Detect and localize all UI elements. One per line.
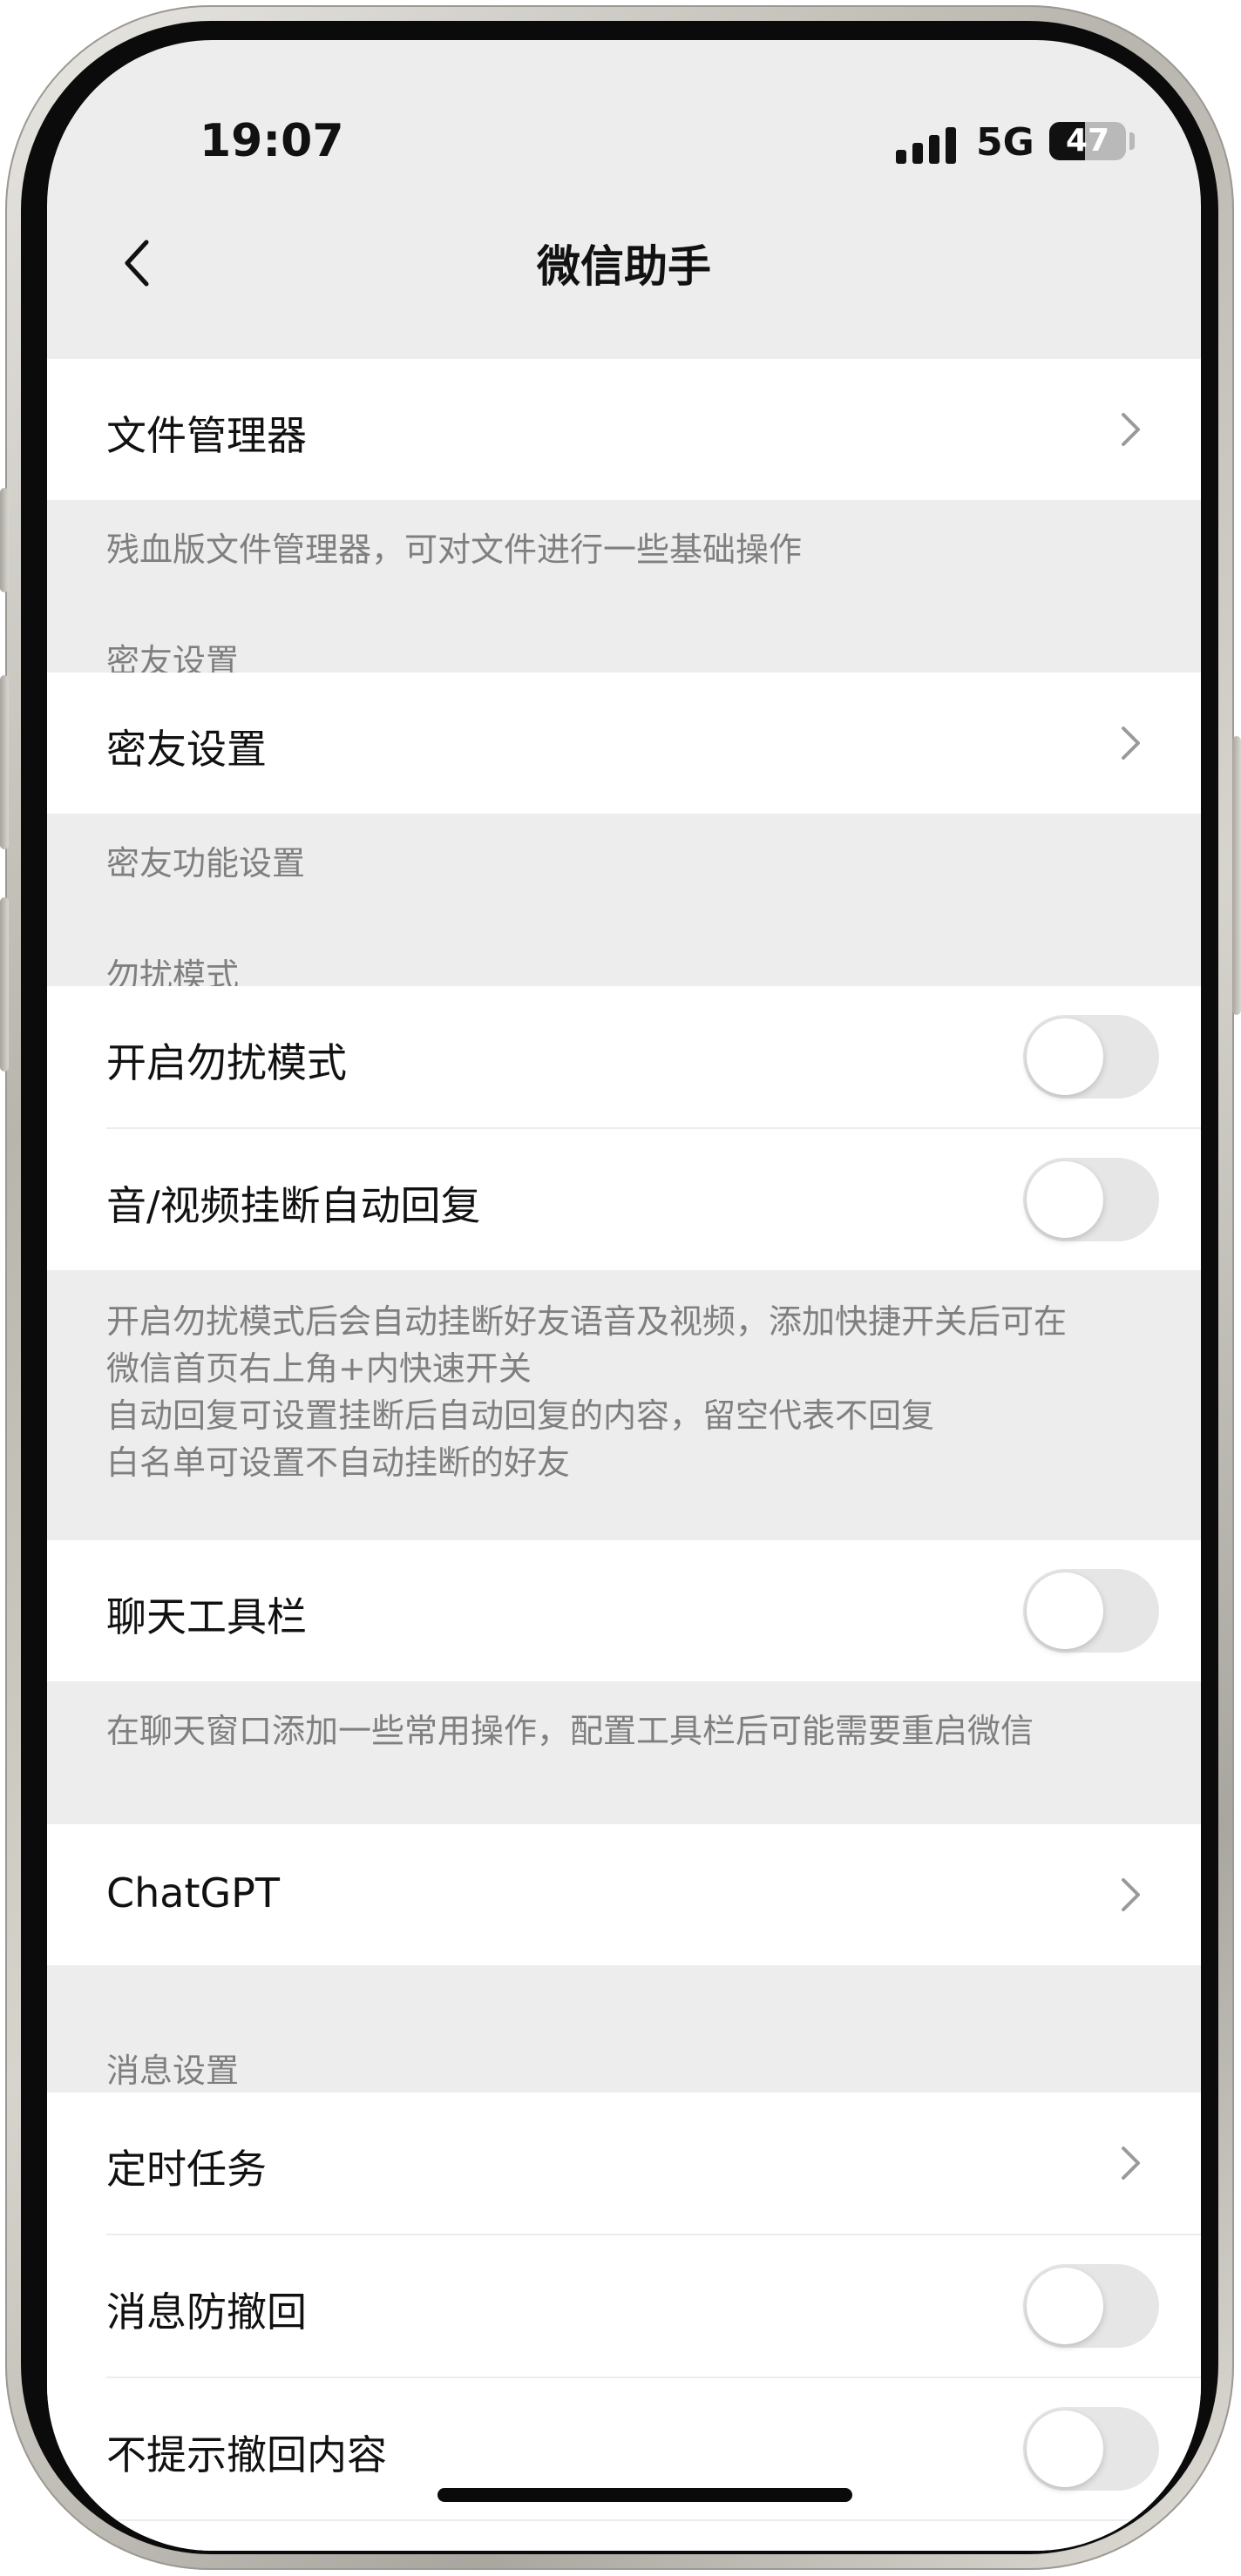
chevron-right-icon [1122,2147,1140,2180]
close-friends-label: 密友设置 [106,726,267,773]
file-manager-note: 残血版文件管理器，可对文件进行一些基础操作 [106,531,803,569]
file-manager-label: 文件管理器 [106,412,307,459]
home-indicator[interactable] [437,2488,852,2502]
file-manager-cell[interactable]: 文件管理器 [47,359,1201,500]
chat-toolbar-note: 在聊天窗口添加一些常用操作，配置工具栏后可能需要重启微信 [106,1712,1034,1750]
dnd-note-line: 开启勿扰模式后会自动挂断好友语音及视频，添加快捷开关后可在 [106,1302,1068,1341]
dnd-note: 开启勿扰模式后会自动挂断好友语音及视频，添加快捷开关后可在 微信首页右上角+内快… [106,1298,1149,1486]
dnd-enable-row[interactable]: 开启勿扰模式 [47,986,1201,1127]
dnd-enable-toggle[interactable] [1023,1015,1159,1099]
toggle-knob [1027,1572,1103,1649]
chevron-right-icon [1122,727,1140,760]
dnd-auto-reply-toggle[interactable] [1023,1158,1159,1241]
dnd-note-line: 白名单可设置不自动挂断的好友 [106,1444,571,1482]
volume-down-button [0,897,9,1072]
action-button [0,488,9,592]
message-settings-group: 定时任务 消息防撤回 不提示撤回内容 [47,2093,1201,2551]
scheduled-task-row[interactable]: 定时任务 [47,2093,1201,2234]
toggle-knob [1027,2410,1103,2487]
power-button [1232,736,1241,1015]
chatgpt-label: ChatGPT [106,1869,280,1917]
battery-icon: 47 [1049,122,1126,160]
chevron-right-icon [1122,1878,1140,1911]
close-friends-cell[interactable]: 密友设置 [47,673,1201,814]
back-button[interactable] [112,232,164,293]
toggle-knob [1027,1018,1103,1095]
battery-percentage: 47 [1065,123,1110,159]
dnd-group: 开启勿扰模式 音/视频挂断自动回复 [47,986,1201,1270]
cellular-signal-icon [896,124,956,164]
anti-recall-toggle[interactable] [1023,2264,1159,2348]
status-time: 19:07 [200,115,344,167]
toggle-knob [1027,1161,1103,1238]
next-row-toggle[interactable] [1023,2550,1159,2551]
dnd-note-line: 微信首页右上角+内快速开关 [106,1349,532,1388]
dnd-enable-label: 开启勿扰模式 [106,1039,347,1086]
battery-tip [1129,132,1135,150]
network-type: 5G [976,120,1034,165]
volume-up-button [0,675,9,849]
status-bar: 19:07 5G 47 [47,40,1201,179]
scheduled-task-label: 定时任务 [106,2146,267,2193]
dnd-auto-reply-label: 音/视频挂断自动回复 [106,1182,481,1229]
chevron-right-icon [1122,413,1140,446]
chat-toolbar-label: 聊天工具栏 [106,1593,307,1640]
row-divider [106,2519,1201,2521]
close-friends-note: 密友功能设置 [106,844,306,882]
dnd-auto-reply-row[interactable]: 音/视频挂断自动回复 [47,1129,1201,1270]
chat-toolbar-toggle[interactable] [1023,1569,1159,1653]
app-screen: 19:07 5G 47 微信助手 文件管理器 残血版文件管理器，可对文件进行一些… [47,40,1201,2551]
toggle-knob [1027,2268,1103,2344]
device-screen-area: 19:07 5G 47 微信助手 文件管理器 残血版文件管理器，可对文件进行一些… [21,21,1220,2554]
message-settings-section-header: 消息设置 [106,2052,240,2090]
dnd-note-line: 自动回复可设置挂断后自动回复的内容，留空代表不回复 [106,1396,935,1435]
anti-recall-row[interactable]: 消息防撤回 [47,2235,1201,2377]
hide-recall-toggle[interactable] [1023,2407,1159,2491]
page-title: 微信助手 [537,241,711,292]
hide-recall-label: 不提示撤回内容 [106,2431,387,2478]
chevron-left-icon [125,240,149,287]
chat-toolbar-cell[interactable]: 聊天工具栏 [47,1540,1201,1681]
anti-recall-label: 消息防撤回 [106,2289,307,2336]
chatgpt-cell[interactable]: ChatGPT [47,1824,1201,1965]
